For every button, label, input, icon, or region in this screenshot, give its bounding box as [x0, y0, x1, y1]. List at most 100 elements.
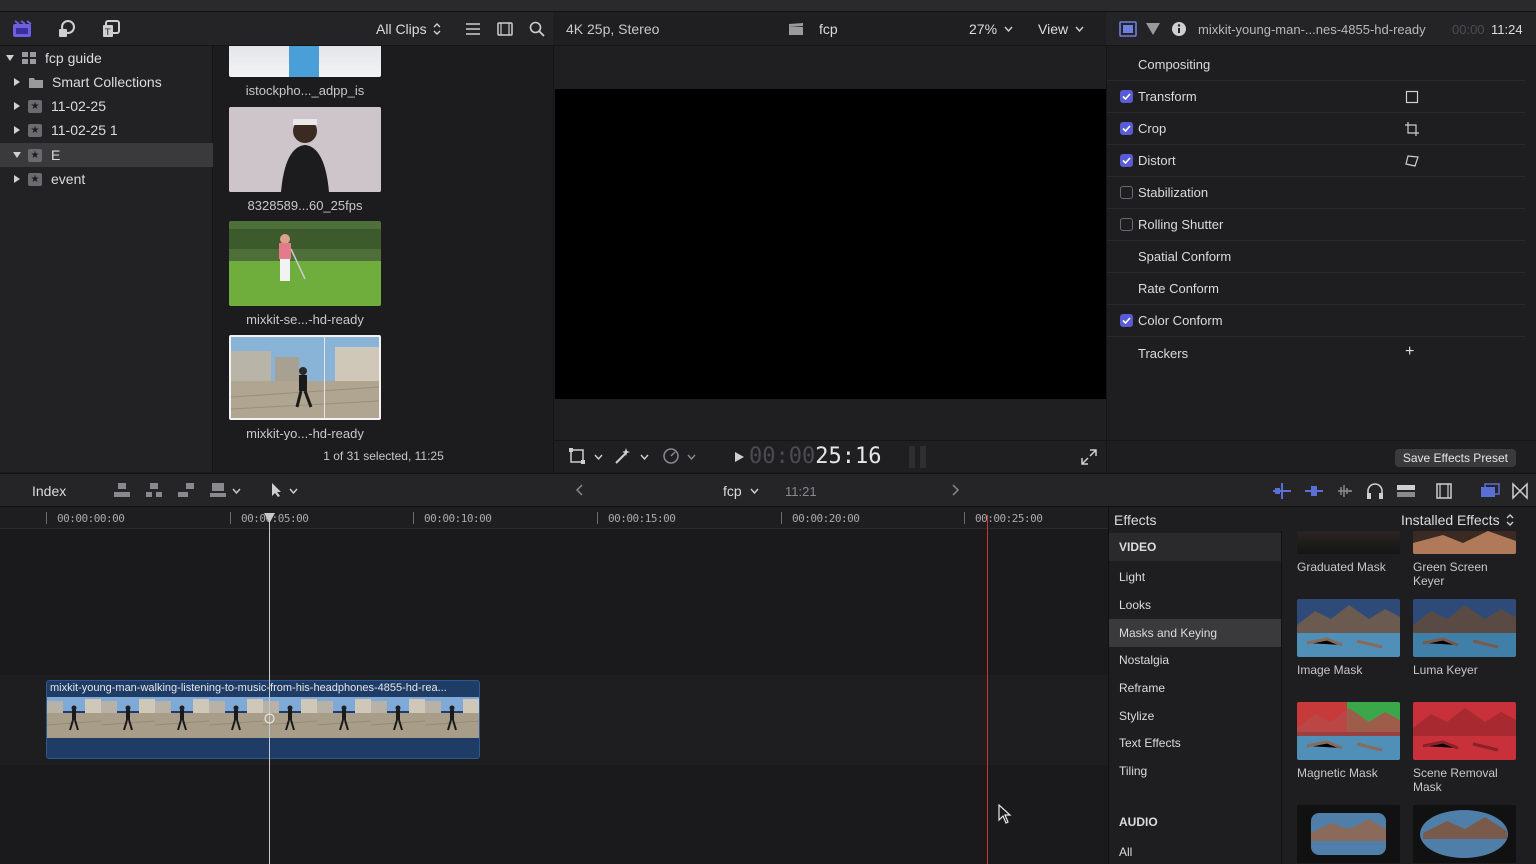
info-icon[interactable] [1168, 19, 1190, 39]
inspector-row-distort[interactable]: Distort [1107, 145, 1525, 177]
inspector-row-stabilization[interactable]: Stabilization [1107, 177, 1525, 209]
chevron-down-icon[interactable] [289, 488, 298, 494]
clip-thumbnail[interactable] [229, 335, 381, 420]
color-conform-checkbox[interactable] [1120, 314, 1133, 327]
timeline-ruler[interactable]: 00:00:00:00 00:00:05:00 00:00:10:00 00:0… [0, 507, 1108, 529]
disclosure-open-icon[interactable] [5, 53, 15, 63]
disclosure-closed-icon[interactable] [12, 125, 22, 135]
transitions-icon[interactable] [1511, 482, 1529, 500]
transform-onscreen-icon[interactable] [1405, 90, 1419, 104]
disclosure-closed-icon[interactable] [12, 101, 22, 111]
effect-thumbnail[interactable] [1413, 531, 1516, 554]
transform-tool-icon[interactable] [566, 446, 588, 466]
category-light[interactable]: Light [1109, 563, 1281, 591]
effect-thumbnail[interactable] [1413, 702, 1516, 760]
inspector-row-compositing[interactable]: Compositing [1107, 49, 1525, 81]
timeline-forward-icon[interactable] [951, 484, 959, 496]
search-icon[interactable] [526, 19, 548, 39]
chevron-down-icon[interactable] [594, 454, 603, 460]
effect-thumbnail[interactable] [1297, 805, 1400, 863]
effect-thumbnail[interactable] [1297, 702, 1400, 760]
category-audio-all[interactable]: All [1109, 838, 1281, 864]
stabilization-checkbox[interactable] [1120, 186, 1133, 199]
category-header-video[interactable]: VIDEO [1109, 533, 1281, 561]
inspector-row-color-conform[interactable]: Color Conform [1107, 305, 1525, 337]
skimming-icon[interactable] [1272, 482, 1292, 500]
timeline-project-dropdown[interactable]: fcp [723, 483, 759, 499]
effect-green-screen-keyer[interactable]: Green Screen Keyer [1413, 531, 1517, 588]
clip-item-selected[interactable]: mixkit-yo...-hd-ready [229, 335, 381, 440]
connect-clip-icon[interactable] [113, 481, 131, 499]
library-row[interactable]: fcp guide [0, 46, 213, 70]
disclosure-closed-icon[interactable] [12, 77, 22, 87]
clip-item[interactable]: mixkit-se...-hd-ready [229, 221, 381, 327]
rolling-shutter-checkbox[interactable] [1120, 218, 1133, 231]
libraries-icon[interactable] [11, 19, 33, 39]
timeline[interactable]: 00:00:00:00 00:00:05:00 00:00:10:00 00:0… [0, 507, 1108, 864]
clip-item[interactable]: istockpho..._adpp_is [229, 46, 381, 98]
view-dropdown[interactable]: View [1038, 21, 1084, 37]
clip-item[interactable]: 8328589...60_25fps [229, 107, 381, 213]
distort-onscreen-icon[interactable] [1405, 154, 1419, 168]
category-looks[interactable]: Looks [1109, 591, 1281, 619]
video-inspector-icon[interactable] [1117, 19, 1139, 39]
index-button[interactable]: Index [32, 483, 66, 499]
effect-magnetic-mask[interactable]: Magnetic Mask [1297, 702, 1401, 780]
inspector-row-rate-conform[interactable]: Rate Conform [1107, 273, 1525, 305]
effect-graduated-mask[interactable]: Graduated Mask [1297, 531, 1401, 574]
save-effects-preset-button[interactable]: Save Effects Preset [1394, 449, 1516, 467]
select-tool-icon[interactable] [270, 482, 284, 498]
clip-filter-dropdown[interactable]: All Clips [376, 21, 441, 37]
effect-luma-keyer[interactable]: Luma Keyer [1413, 599, 1517, 677]
audio-skimming-icon[interactable] [1336, 482, 1354, 500]
inspector-row-rolling-shutter[interactable]: Rolling Shutter [1107, 209, 1525, 241]
snapping-icon[interactable] [1304, 482, 1324, 500]
play-icon[interactable] [734, 451, 745, 463]
category-header-audio[interactable]: AUDIO [1109, 808, 1281, 836]
sidebar-item-event[interactable]: ★ event [0, 167, 213, 191]
chevron-down-icon[interactable] [687, 454, 696, 460]
crop-checkbox[interactable] [1120, 122, 1133, 135]
playhead-handle-icon[interactable] [263, 512, 276, 524]
photos-audio-icon[interactable] [56, 19, 78, 39]
sidebar-item-11-02-25[interactable]: ★ 11-02-25 [0, 94, 213, 118]
effect-thumbnail[interactable] [1413, 805, 1516, 863]
solo-headphones-icon[interactable] [1366, 482, 1384, 500]
installed-effects-dropdown[interactable]: Installed Effects [1401, 512, 1514, 528]
transform-checkbox[interactable] [1120, 90, 1133, 103]
effect-vignette-mask[interactable] [1413, 805, 1517, 863]
clip-appearance-icon[interactable] [1396, 482, 1416, 500]
inspector-row-trackers[interactable]: Trackers + [1107, 337, 1525, 369]
fullscreen-icon[interactable] [1081, 449, 1097, 465]
inspector-row-crop[interactable]: Crop [1107, 113, 1525, 145]
clip-thumbnail[interactable] [229, 46, 381, 77]
inspector-row-spatial-conform[interactable]: Spatial Conform [1107, 241, 1525, 273]
category-masks-and-keying[interactable]: Masks and Keying [1109, 619, 1281, 647]
titles-generators-icon[interactable]: T [100, 19, 122, 39]
timeline-clip[interactable]: mixkit-young-man-walking-listening-to-mu… [46, 680, 480, 759]
viewer-canvas[interactable] [555, 89, 1106, 399]
list-view-icon[interactable] [462, 19, 484, 39]
insert-clip-icon[interactable] [145, 481, 163, 499]
crop-onscreen-icon[interactable] [1405, 121, 1419, 136]
disclosure-open-icon[interactable] [12, 150, 22, 160]
timeline-back-icon[interactable] [576, 484, 584, 496]
playhead[interactable] [269, 515, 270, 864]
category-reframe[interactable]: Reframe [1109, 674, 1281, 702]
category-tiling[interactable]: Tiling [1109, 757, 1281, 785]
effect-image-mask[interactable]: Image Mask [1297, 599, 1401, 677]
sidebar-item-11-02-25-1[interactable]: ★ 11-02-25 1 [0, 118, 213, 142]
overwrite-clip-icon[interactable] [209, 481, 227, 499]
filmstrip-view-icon[interactable] [494, 19, 516, 39]
color-inspector-icon[interactable] [1142, 19, 1164, 39]
zoom-dropdown[interactable]: 27% [969, 21, 1013, 37]
effects-browser-icon[interactable] [1480, 482, 1500, 500]
enhance-wand-icon[interactable] [612, 446, 634, 466]
chevron-down-icon[interactable] [640, 454, 649, 460]
add-tracker-button[interactable]: + [1405, 343, 1414, 361]
chevron-down-icon[interactable] [232, 488, 241, 494]
effect-scene-removal-mask[interactable]: Scene Removal Mask [1413, 702, 1517, 794]
clip-thumbnail[interactable] [229, 221, 381, 306]
category-nostalgia[interactable]: Nostalgia [1109, 646, 1281, 674]
effect-thumbnail[interactable] [1413, 599, 1516, 657]
